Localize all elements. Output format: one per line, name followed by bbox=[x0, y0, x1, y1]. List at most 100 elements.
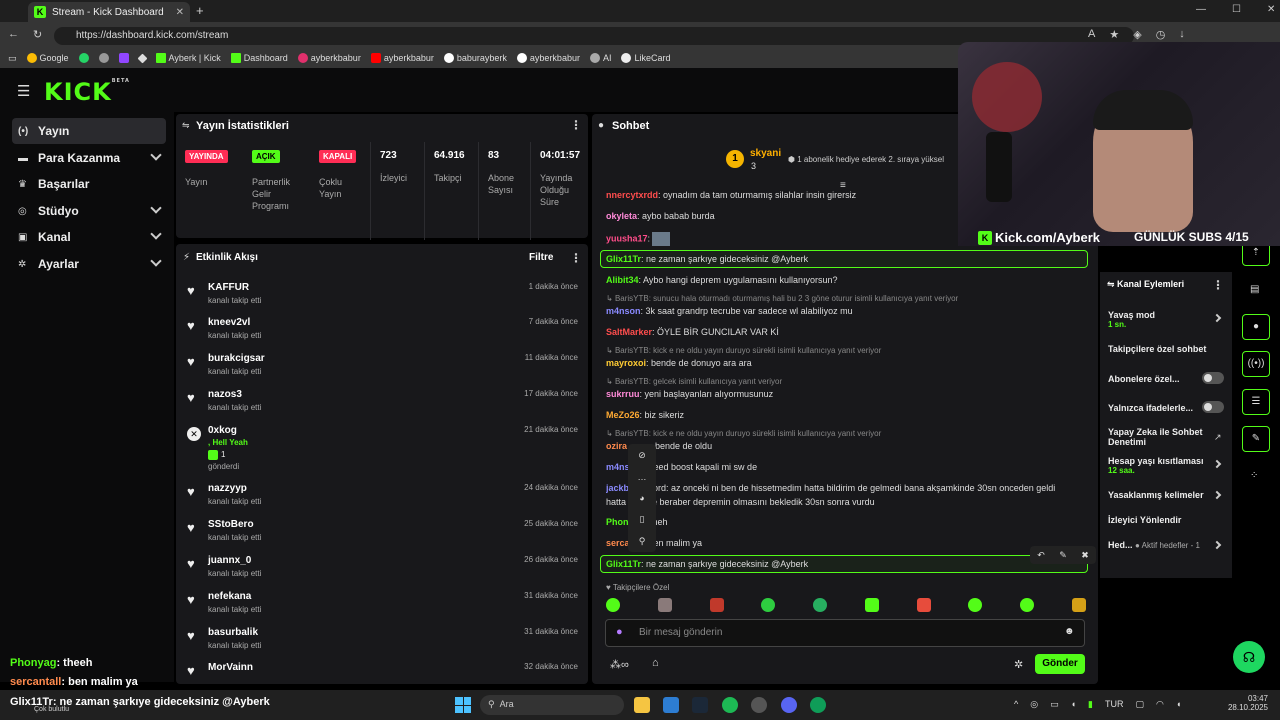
star-icon[interactable]: ★ bbox=[1109, 28, 1119, 41]
back-icon[interactable]: ← bbox=[8, 28, 19, 41]
pin-icon[interactable]: ✎ bbox=[1059, 550, 1067, 561]
windows-start-icon[interactable] bbox=[455, 697, 471, 713]
followers-only-item[interactable]: Takipçilere özel sohbet bbox=[1108, 344, 1226, 354]
side-button-chat[interactable]: ● bbox=[1242, 314, 1270, 340]
subscribers-only-toggle[interactable] bbox=[1202, 372, 1224, 384]
bookmark-tiktok[interactable]: ayberkbabur bbox=[516, 53, 580, 63]
store-app-icon[interactable] bbox=[663, 697, 679, 713]
channel-actions-menu-icon[interactable]: ⋮ bbox=[1212, 278, 1224, 292]
tray-app-icon[interactable]: ◎ bbox=[1030, 699, 1038, 710]
activity-filter-button[interactable]: Filtre bbox=[529, 252, 553, 263]
bookmark-x[interactable]: baburayberk bbox=[443, 53, 507, 63]
copilot-icon[interactable]: ◕ bbox=[639, 493, 644, 503]
steam-icon[interactable] bbox=[692, 697, 708, 713]
microphone-icon[interactable]: ● bbox=[616, 626, 623, 638]
bookmark-instagram[interactable]: ayberkbabur bbox=[297, 53, 361, 63]
copy-icon[interactable]: ▯ bbox=[640, 514, 645, 525]
emote-icon[interactable] bbox=[709, 598, 724, 612]
side-button-stack[interactable]: ☰ bbox=[1242, 389, 1270, 415]
support-button[interactable]: ☊ bbox=[1233, 641, 1265, 673]
menu-icon[interactable]: ☰ bbox=[17, 82, 30, 100]
network-icon[interactable]: ▭ bbox=[1050, 699, 1059, 710]
emote-icon[interactable] bbox=[761, 598, 776, 612]
extensions-icon[interactable]: ◈ bbox=[1133, 28, 1141, 41]
reply-icon[interactable]: ↶ bbox=[1037, 550, 1045, 561]
bookmark-ai[interactable]: AI bbox=[589, 53, 611, 63]
search-icon[interactable]: ⚲ bbox=[639, 536, 646, 547]
channel-actions-title: ⇋ Kanal Eylemleri bbox=[1107, 279, 1185, 289]
goals-item[interactable]: Hed... ● Aktif hedefler - 1 bbox=[1108, 540, 1226, 550]
maximize-icon[interactable]: ☐ bbox=[1232, 4, 1241, 15]
chat-settings-icon[interactable]: ✲ bbox=[1014, 658, 1023, 671]
close-window-icon[interactable]: ✕ bbox=[1267, 4, 1275, 15]
activity-menu-icon[interactable]: ⋮ bbox=[570, 251, 582, 265]
download-icon[interactable]: ↓ bbox=[1179, 28, 1185, 41]
mic-icon[interactable]: ▮ bbox=[1088, 699, 1093, 710]
nav-para-kazanma[interactable]: ▬ Para Kazanma bbox=[12, 145, 166, 171]
clock[interactable]: 03:47 28.10.2025 bbox=[1220, 694, 1268, 712]
reload-icon[interactable]: ↻ bbox=[33, 28, 42, 41]
more-dots-icon[interactable]: ⁘ bbox=[1250, 470, 1258, 481]
minimize-icon[interactable]: — bbox=[1196, 4, 1206, 15]
speaker-icon[interactable]: ◖ bbox=[1071, 699, 1076, 710]
close-tab-icon[interactable]: ✕ bbox=[176, 7, 184, 18]
bookmark-diamond[interactable] bbox=[137, 53, 147, 63]
account-age-item[interactable]: Hesap yaşı kısıtlaması 12 saa. bbox=[1108, 456, 1226, 475]
bookmark-dashboard[interactable]: Dashboard bbox=[230, 53, 288, 63]
side-button-tools[interactable]: ✎ bbox=[1242, 426, 1270, 452]
bookmark-twitch[interactable] bbox=[118, 53, 129, 63]
language-indicator[interactable]: TUR bbox=[1105, 699, 1124, 710]
stats-menu-icon[interactable]: ⋮ bbox=[570, 118, 582, 132]
send-button[interactable]: Gönder bbox=[1035, 654, 1085, 674]
bookmark-whatsapp[interactable] bbox=[78, 53, 89, 63]
bookmark-kick[interactable]: Ayberk | Kick bbox=[155, 53, 221, 63]
display-icon[interactable]: ▢ bbox=[1136, 699, 1145, 710]
side-button-broadcast[interactable]: ((•)) bbox=[1242, 351, 1270, 377]
taskbar-search[interactable]: ⚲ Ara bbox=[480, 695, 624, 715]
emote-icon[interactable] bbox=[813, 598, 828, 612]
emote-icon[interactable] bbox=[1020, 598, 1035, 612]
emote-icon[interactable] bbox=[606, 598, 620, 612]
emotes-only-toggle[interactable] bbox=[1202, 401, 1224, 413]
store-icon[interactable]: ⌂ bbox=[652, 657, 659, 669]
bookmark-youtube[interactable]: ayberkbabur bbox=[370, 53, 434, 63]
wifi-icon[interactable]: ◠ bbox=[1156, 699, 1164, 710]
emoji-icon[interactable]: ☻ bbox=[1064, 626, 1075, 637]
kick-logo[interactable]: KICKBETA bbox=[44, 78, 130, 106]
file-explorer-icon[interactable] bbox=[634, 697, 650, 713]
delete-icon[interactable]: ✖ bbox=[1081, 550, 1089, 561]
bookmark-likecard[interactable]: LikeCard bbox=[621, 53, 671, 63]
ai-moderation-item[interactable]: Yapay Zeka ile Sohbet Denetimi bbox=[1108, 427, 1212, 447]
nav-basarilar[interactable]: ♛ Başarılar bbox=[12, 171, 166, 197]
emote-icon[interactable] bbox=[657, 598, 672, 612]
bookmark-google[interactable]: Google bbox=[26, 53, 69, 63]
volume-icon[interactable]: ◖ bbox=[1176, 699, 1181, 710]
hide-icon[interactable]: ⊘ bbox=[638, 450, 646, 461]
emote-icon[interactable] bbox=[968, 598, 983, 612]
bookmark-globe[interactable] bbox=[98, 53, 109, 63]
nav-kanal[interactable]: ▣ Kanal bbox=[12, 224, 166, 250]
apps-icon[interactable]: ▭ bbox=[8, 53, 17, 64]
banned-words-item[interactable]: Yasaklanmış kelimeler bbox=[1108, 490, 1226, 500]
read-aloud-icon[interactable]: A bbox=[1088, 28, 1095, 41]
nav-studyo[interactable]: ◎ Stüdyo bbox=[12, 198, 166, 224]
slow-mode-item[interactable]: Yavaş mod 1 sn. bbox=[1108, 310, 1226, 329]
discord-icon[interactable] bbox=[781, 697, 797, 713]
nav-ayarlar[interactable]: ✲ Ayarlar bbox=[12, 251, 166, 277]
emote-icon[interactable] bbox=[916, 598, 931, 612]
more-icon[interactable]: … bbox=[638, 472, 647, 482]
activity-item: ♥ juannx_0 kanalı takip etti 26 dakika önce bbox=[187, 555, 578, 578]
raid-item[interactable]: İzleyici Yönlendir bbox=[1108, 515, 1226, 525]
browser-tab[interactable]: K Stream - Kick Dashboard ✕ bbox=[28, 2, 190, 22]
tray-chevron-icon[interactable]: ^ bbox=[1014, 699, 1018, 710]
edge-icon[interactable] bbox=[810, 697, 826, 713]
notes-icon[interactable]: ▤ bbox=[1250, 284, 1259, 295]
app-icon[interactable] bbox=[751, 697, 767, 713]
emote-icon[interactable] bbox=[864, 598, 879, 612]
history-icon[interactable]: ◷ bbox=[1156, 28, 1166, 41]
nav-yayin[interactable]: (•) Yayın bbox=[12, 118, 166, 144]
spotify-icon[interactable] bbox=[722, 697, 738, 713]
new-tab-icon[interactable]: + bbox=[196, 3, 204, 18]
kicks-icon[interactable]: ⁂∞ bbox=[610, 658, 629, 671]
emote-icon[interactable] bbox=[1071, 598, 1086, 612]
